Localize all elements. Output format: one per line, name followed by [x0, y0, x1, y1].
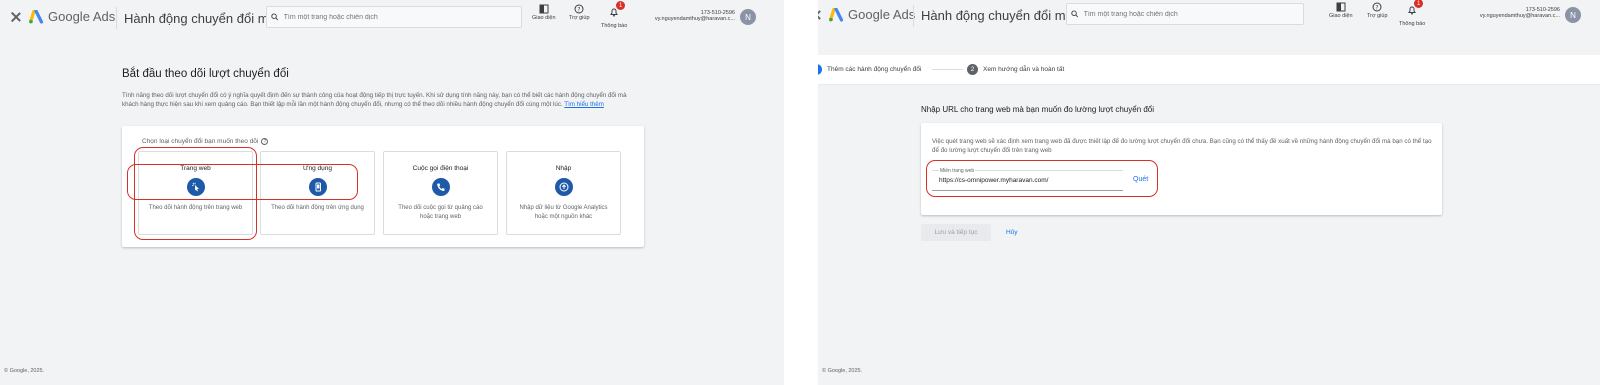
appearance-button[interactable]: Giao diện [1329, 2, 1353, 19]
google-ads-logo: Google Ads [829, 7, 915, 22]
search-box[interactable] [266, 6, 522, 28]
cancel-button[interactable]: Hủy [1006, 229, 1018, 236]
option-title: Cuộc gọi điện thoại [412, 165, 469, 172]
step-label: Xem hướng dẫn và hoàn tất [983, 66, 1065, 73]
account-email: vy.nguyendamthuy@haravan.c... [1479, 13, 1560, 19]
option-website[interactable]: Trang web Theo dõi hành động trên trang … [138, 151, 253, 235]
step-number: 2 [967, 64, 978, 75]
close-icon[interactable] [818, 8, 823, 22]
page-title: Hành động chuyển đổi mới [921, 8, 1077, 23]
help-circle-icon[interactable]: ? [261, 138, 269, 145]
upload-icon [555, 178, 573, 196]
section-heading: Bắt đầu theo dõi lượt chuyển đổi [122, 68, 289, 80]
appearance-icon [539, 4, 549, 14]
stepper: 1 Thêm các hành động chuyển đổi 2 Xem hư… [818, 55, 1600, 85]
account-info[interactable]: 173-510-2596 vy.nguyendamthuy@haravan.c.… [655, 10, 735, 22]
notifications-button[interactable]: 1 Thông báo [601, 1, 628, 29]
google-ads-logo: Google Ads [29, 9, 115, 24]
help-icon: ? [574, 4, 584, 14]
website-domain-field[interactable]: Miền trang web [932, 168, 1123, 191]
option-app[interactable]: Ứng dụng Theo dõi hành động trên ứng dụn… [260, 151, 375, 235]
option-title: Trang web [180, 165, 211, 172]
google-ads-logo-icon [829, 7, 844, 22]
account-email: vy.nguyendamthuy@haravan.c... [654, 16, 735, 22]
close-icon[interactable] [9, 10, 23, 24]
option-title: Ứng dụng [302, 165, 333, 172]
help-label: Trợ giúp [569, 15, 590, 21]
notifications-label: Thông báo [601, 23, 628, 29]
phone-call-icon [432, 178, 450, 196]
url-card: Việc quét trang web sẽ xác định xem tran… [921, 123, 1442, 215]
top-app-bar: Google Ads Hành động chuyển đổi mới Giao… [818, 0, 1600, 34]
search-input[interactable] [1083, 10, 1303, 18]
step-connector [932, 69, 963, 70]
header-divider [116, 7, 117, 29]
help-label: Trợ giúp [1367, 13, 1388, 19]
header-divider [913, 5, 914, 27]
account-info[interactable]: 173-510-2596 vy.nguyendamthuy@haravan.c.… [1480, 7, 1560, 19]
url-heading: Nhập URL cho trang web mà bạn muốn đo lư… [921, 105, 1155, 114]
search-box[interactable] [1066, 3, 1304, 25]
appearance-label: Giao diện [1329, 13, 1353, 19]
step-label: Thêm các hành động chuyển đổi [827, 66, 922, 73]
svg-text:?: ? [578, 6, 581, 13]
option-import[interactable]: Nhập Nhập dữ liệu từ Google Analytics ho… [506, 151, 621, 235]
section-description: Tính năng theo dõi lượt chuyển đổi có ý … [122, 91, 642, 109]
page-title: Hành động chuyển đổi mới [124, 11, 280, 26]
choose-type-text: Chọn loại chuyển đổi bạn muốn theo dõi [142, 138, 259, 145]
top-app-bar: Google Ads Hành động chuyển đổi mới Giao… [0, 0, 784, 34]
svg-text:?: ? [1376, 4, 1379, 11]
avatar[interactable]: N [740, 9, 756, 25]
url-input[interactable] [939, 177, 1114, 184]
appearance-icon [1336, 2, 1346, 12]
notifications-button[interactable]: 1 Thông báo [1399, 0, 1426, 27]
right-screenshot: Google Ads Hành động chuyển đổi mới Giao… [818, 0, 1600, 385]
appearance-button[interactable]: Giao diện [532, 4, 556, 21]
choose-type-label: Chọn loại chuyển đổi bạn muốn theo dõi ? [142, 138, 269, 145]
option-title: Nhập [555, 165, 572, 172]
notification-badge: 1 [616, 1, 626, 10]
step-2[interactable]: 2 Xem hướng dẫn và hoàn tất [967, 64, 1064, 75]
google-ads-logo-icon [29, 9, 44, 24]
scan-button[interactable]: Quét [1133, 176, 1148, 183]
search-icon [1071, 10, 1079, 18]
help-icon: ? [1372, 2, 1382, 12]
option-description: Nhập dữ liệu từ Google Analytics hoặc mộ… [519, 205, 608, 220]
footer-copyright: © Google, 2025. [822, 368, 863, 374]
brand-name: Google Ads [848, 7, 916, 22]
step-1[interactable]: 1 Thêm các hành động chuyển đổi [818, 64, 921, 75]
url-description: Việc quét trang web sẽ xác định xem tran… [932, 138, 1432, 154]
search-input[interactable] [283, 13, 521, 21]
notification-badge: 1 [1414, 0, 1424, 8]
notifications-label: Thông báo [1399, 21, 1426, 27]
option-description: Theo dõi cuộc gọi từ quảng cáo hoặc tran… [398, 205, 483, 220]
option-phone-call[interactable]: Cuộc gọi điện thoại Theo dõi cuộc gọi từ… [383, 151, 498, 235]
left-screenshot: Google Ads Hành động chuyển đổi mới Giao… [0, 0, 784, 385]
avatar[interactable]: N [1565, 7, 1581, 23]
help-button[interactable]: ? Trợ giúp [569, 4, 590, 21]
field-label: Miền trang web [939, 168, 976, 174]
phone-app-icon [309, 178, 327, 196]
search-icon [271, 13, 279, 21]
description-text: Tính năng theo dõi lượt chuyển đổi có ý … [122, 92, 627, 108]
option-description: Theo dõi hành động trên ứng dụng [271, 205, 364, 211]
help-button[interactable]: ? Trợ giúp [1367, 2, 1388, 19]
brand-name: Google Ads [48, 9, 116, 24]
cursor-click-icon [187, 178, 205, 196]
step-number: 1 [818, 64, 822, 75]
save-continue-button[interactable]: Lưu và tiếp tục [921, 224, 991, 241]
appearance-label: Giao diện [532, 15, 556, 21]
option-description: Theo dõi hành động trên trang web [148, 205, 243, 211]
learn-more-link[interactable]: Tìm hiểu thêm [564, 101, 604, 108]
footer-copyright: © Google, 2025. [4, 368, 45, 374]
conversion-type-card: Chọn loại chuyển đổi bạn muốn theo dõi ?… [122, 126, 644, 247]
